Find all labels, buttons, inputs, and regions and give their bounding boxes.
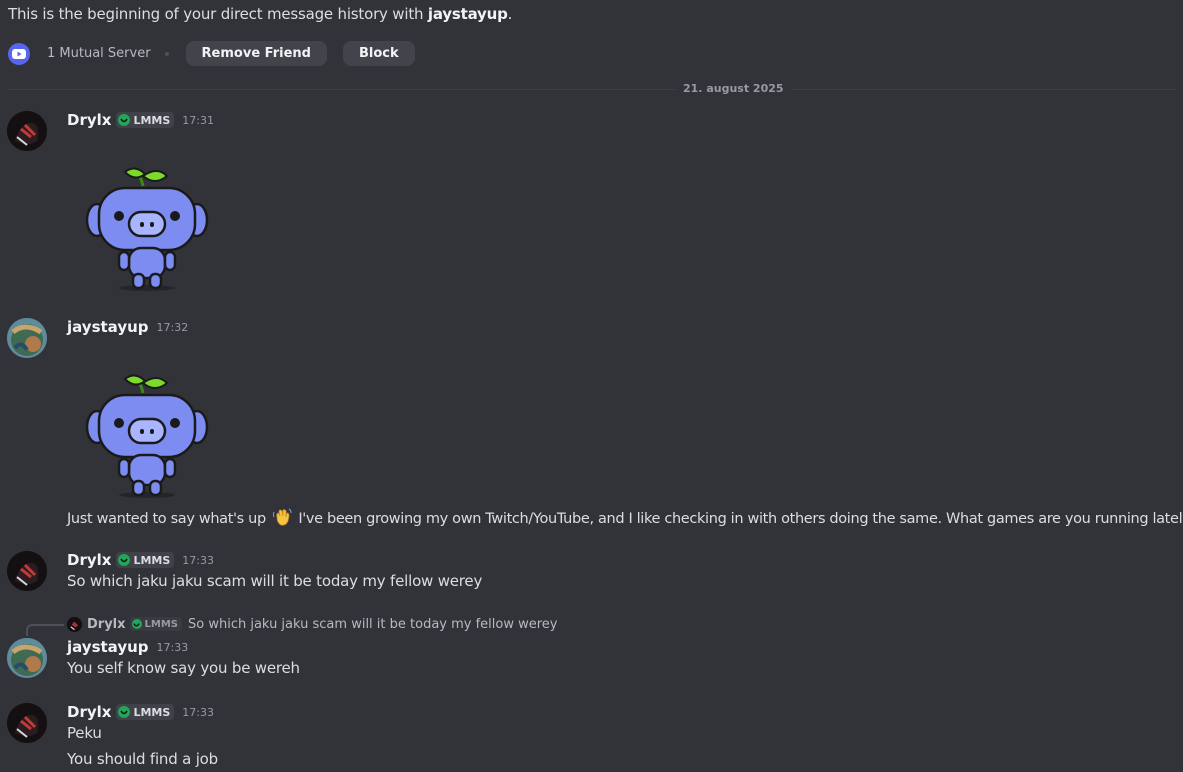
- reply-connector: [26, 624, 64, 636]
- block-button[interactable]: Block: [342, 41, 415, 66]
- message-timestamp[interactable]: 17:31: [182, 114, 214, 127]
- guild-tag[interactable]: LMMS: [116, 552, 175, 568]
- message-timestamp[interactable]: 17:33: [182, 554, 214, 567]
- message-content: Peku: [67, 724, 102, 742]
- message-content: You self know say you be wereh: [67, 659, 300, 677]
- reply-author[interactable]: Drylx: [87, 617, 126, 632]
- author-name[interactable]: Drylx: [67, 111, 111, 129]
- waving-hand-emoji[interactable]: [272, 507, 292, 527]
- author-name[interactable]: Drylx: [67, 703, 111, 721]
- message-content: So which jaku jaku scam will it be today…: [67, 572, 483, 590]
- guild-tag[interactable]: LMMS: [116, 112, 175, 128]
- reply-avatar: [67, 616, 82, 632]
- wumpus-sprout-sticker[interactable]: [85, 365, 209, 501]
- avatar-drylx[interactable]: [7, 551, 47, 591]
- intro-prefix: This is the beginning of your direct mes…: [8, 5, 428, 23]
- author-name[interactable]: jaystayup: [67, 318, 149, 336]
- remove-friend-button[interactable]: Remove Friend: [185, 41, 327, 66]
- author-name[interactable]: jaystayup: [67, 638, 149, 656]
- wumpus-sprout-sticker[interactable]: [85, 158, 209, 294]
- message-header: jaystayup 17:33: [67, 638, 188, 656]
- dm-intro-text: This is the beginning of your direct mes…: [8, 5, 512, 23]
- guild-tag-icon: [118, 114, 131, 126]
- intro-username[interactable]: jaystayup: [428, 5, 508, 23]
- date-divider: [8, 89, 1175, 90]
- avatar-jaystayup[interactable]: [7, 318, 47, 358]
- guild-tag-label: LMMS: [133, 705, 171, 719]
- message-timestamp[interactable]: 17:32: [157, 321, 189, 334]
- youtube-server-icon[interactable]: [8, 42, 30, 65]
- guild-tag-label: LMMS: [144, 618, 179, 630]
- reply-guild-tag: LMMS: [129, 617, 183, 631]
- guild-tag[interactable]: LMMS: [116, 704, 175, 720]
- message-timestamp[interactable]: 17:33: [157, 641, 189, 654]
- message-header: Drylx LMMS 17:33: [67, 703, 214, 721]
- message-content: Just wanted to say what's up I've been g…: [67, 507, 1183, 527]
- message-text-part: Just wanted to say what's up: [67, 511, 266, 527]
- message-timestamp[interactable]: 17:33: [182, 706, 214, 719]
- guild-tag-icon: [118, 706, 131, 718]
- guild-tag-icon: [118, 554, 131, 566]
- intro-suffix: .: [507, 5, 513, 23]
- dm-channel: This is the beginning of your direct mes…: [0, 0, 1183, 772]
- date-divider-label: 21. august 2025: [675, 82, 792, 95]
- guild-tag-label: LMMS: [133, 553, 171, 567]
- guild-tag-label: LMMS: [133, 113, 171, 127]
- avatar-drylx[interactable]: [7, 703, 47, 743]
- mutual-servers-link[interactable]: 1 Mutual Server: [47, 46, 151, 61]
- message-header: Drylx LMMS 17:31: [67, 111, 214, 129]
- message-header: jaystayup 17:32: [67, 318, 188, 336]
- avatar-drylx[interactable]: [7, 111, 47, 151]
- reply-preview[interactable]: Drylx LMMS So which jaku jaku scam will …: [67, 615, 558, 633]
- guild-tag-icon: [131, 619, 142, 629]
- separator-dot: [164, 51, 169, 56]
- avatar-jaystayup[interactable]: [7, 638, 47, 678]
- message-text-part: I've been growing my own Twitch/YouTube,…: [298, 511, 1183, 527]
- message-header: Drylx LMMS 17:33: [67, 551, 214, 569]
- intro-actions: 1 Mutual Server Remove Friend Block: [8, 41, 415, 66]
- message-content: You should find a job: [67, 750, 218, 768]
- author-name[interactable]: Drylx: [67, 551, 111, 569]
- reply-text[interactable]: So which jaku jaku scam will it be today…: [188, 617, 557, 632]
